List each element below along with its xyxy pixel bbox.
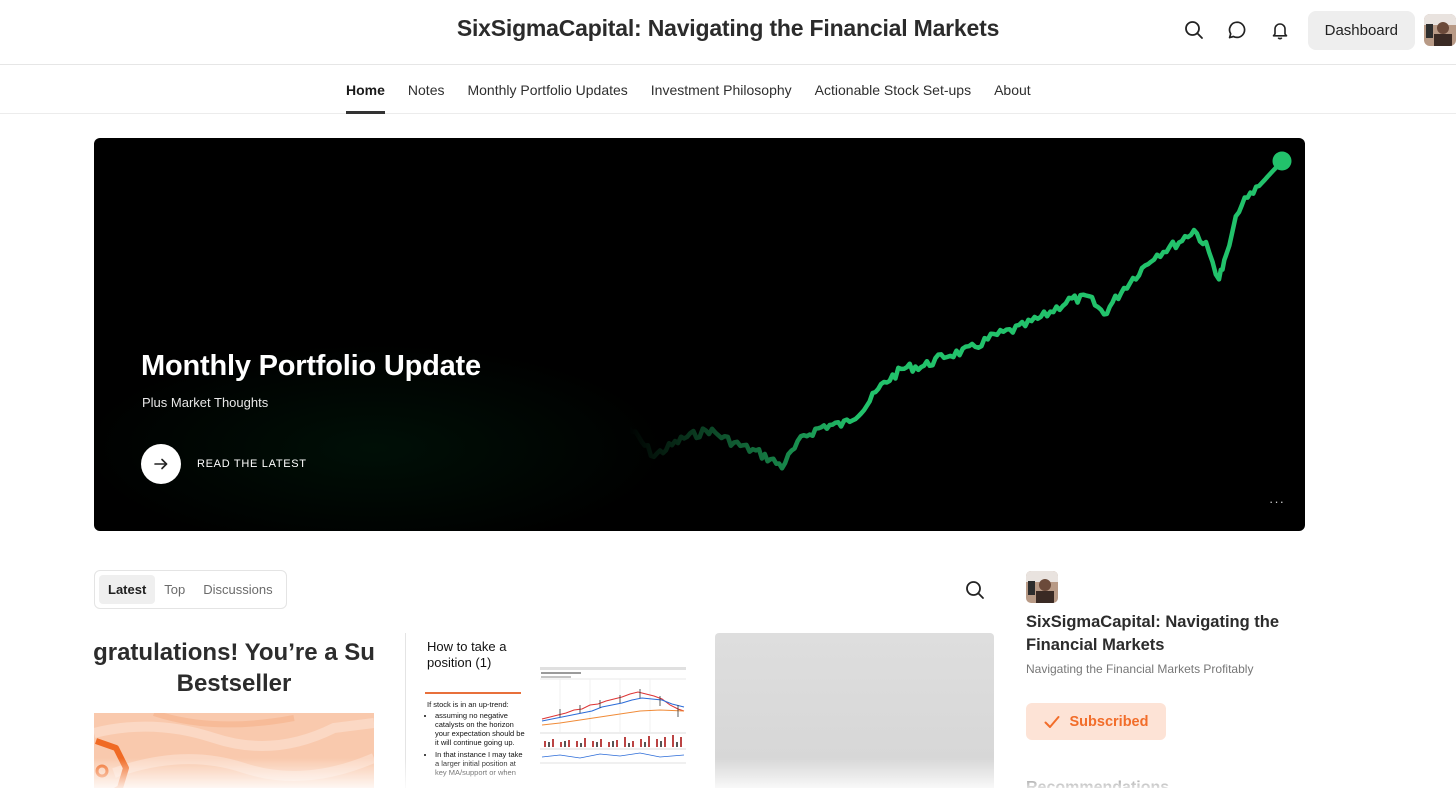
search-icon[interactable] bbox=[1174, 10, 1214, 50]
post-thumbnail-stock-chart bbox=[540, 667, 686, 771]
post-headline-line2: Bestseller bbox=[176, 670, 292, 697]
nav-item-investment-philosophy[interactable]: Investment Philosophy bbox=[651, 66, 792, 114]
post-headline-line1: gratulations! You’re a Su bbox=[94, 639, 374, 666]
post-thumbnail-title: How to take a position (1) bbox=[427, 639, 507, 670]
dashboard-button[interactable]: Dashboard bbox=[1307, 10, 1415, 50]
post-card-placeholder[interactable] bbox=[715, 633, 994, 788]
subscribed-label[interactable]: Subscribed bbox=[1070, 714, 1149, 730]
feed-search-icon[interactable] bbox=[962, 577, 988, 603]
tab-top[interactable]: Top bbox=[155, 575, 194, 604]
hero-title[interactable]: Monthly Portfolio Update bbox=[141, 350, 481, 383]
hero-price-line bbox=[626, 158, 1285, 471]
subscribed-button[interactable]: Subscribed bbox=[1026, 703, 1166, 740]
feed-tabs: Latest Top Discussions bbox=[94, 570, 287, 609]
arrow-right-icon[interactable] bbox=[141, 444, 181, 484]
more-options-icon[interactable]: ··· bbox=[1269, 494, 1285, 509]
nav-item-monthly-portfolio-updates[interactable]: Monthly Portfolio Updates bbox=[467, 66, 627, 114]
nav-item-actionable-stock-setups[interactable]: Actionable Stock Set-ups bbox=[815, 66, 971, 114]
bell-icon[interactable] bbox=[1260, 10, 1300, 50]
read-latest-button[interactable]: READ THE LATEST bbox=[141, 444, 307, 484]
chat-bubble-icon[interactable] bbox=[1217, 10, 1257, 50]
post-thumbnail-text: gratulations! You’re a Su Bestseller bbox=[94, 637, 374, 699]
main-nav: Home Notes Monthly Portfolio Updates Inv… bbox=[0, 66, 1456, 114]
recommendations-heading: Recommendations bbox=[1026, 779, 1170, 788]
post-card-how-to-take-position[interactable]: How to take a position (1) If stock is i… bbox=[405, 633, 695, 788]
tab-latest[interactable]: Latest bbox=[99, 575, 156, 604]
post-thumbnail-bullet: In that instance I may take a larger ini… bbox=[435, 750, 527, 777]
nav-item-home[interactable]: Home bbox=[346, 66, 385, 114]
user-avatar[interactable] bbox=[1424, 14, 1456, 46]
post-thumbnail-body: If stock is in an up-trend: assuming no … bbox=[427, 700, 527, 780]
hero-subtitle: Plus Market Thoughts bbox=[142, 395, 269, 410]
hero-line-endpoint bbox=[1272, 151, 1292, 171]
header-actions: Dashboard bbox=[1171, 10, 1456, 50]
post-thumbnail-bullet: assuming no negative catalysts on the ho… bbox=[435, 711, 527, 747]
nav-items: Home Notes Monthly Portfolio Updates Inv… bbox=[346, 66, 1054, 114]
nav-item-about[interactable]: About bbox=[994, 66, 1031, 114]
checkmark-icon bbox=[1044, 715, 1060, 728]
publication-avatar[interactable] bbox=[1026, 571, 1058, 603]
post-card-bestseller[interactable]: gratulations! You’re a Su Bestseller bbox=[94, 633, 374, 788]
post-thumbnail-rule bbox=[425, 692, 521, 694]
post-thumbnail-intro: If stock is in an up-trend: bbox=[427, 700, 509, 709]
publication-title[interactable]: SixSigmaCapital: Navigating the Financia… bbox=[1026, 611, 1306, 657]
publication-description: Navigating the Financial Markets Profita… bbox=[1026, 662, 1254, 676]
nav-item-notes[interactable]: Notes bbox=[408, 66, 445, 114]
read-latest-label[interactable]: READ THE LATEST bbox=[197, 458, 307, 470]
post-thumbnail-art bbox=[94, 713, 374, 788]
tab-discussions[interactable]: Discussions bbox=[194, 575, 281, 604]
hero-banner[interactable]: Monthly Portfolio Update Plus Market Tho… bbox=[94, 138, 1305, 531]
top-header: SixSigmaCapital: Navigating the Financia… bbox=[0, 0, 1456, 65]
